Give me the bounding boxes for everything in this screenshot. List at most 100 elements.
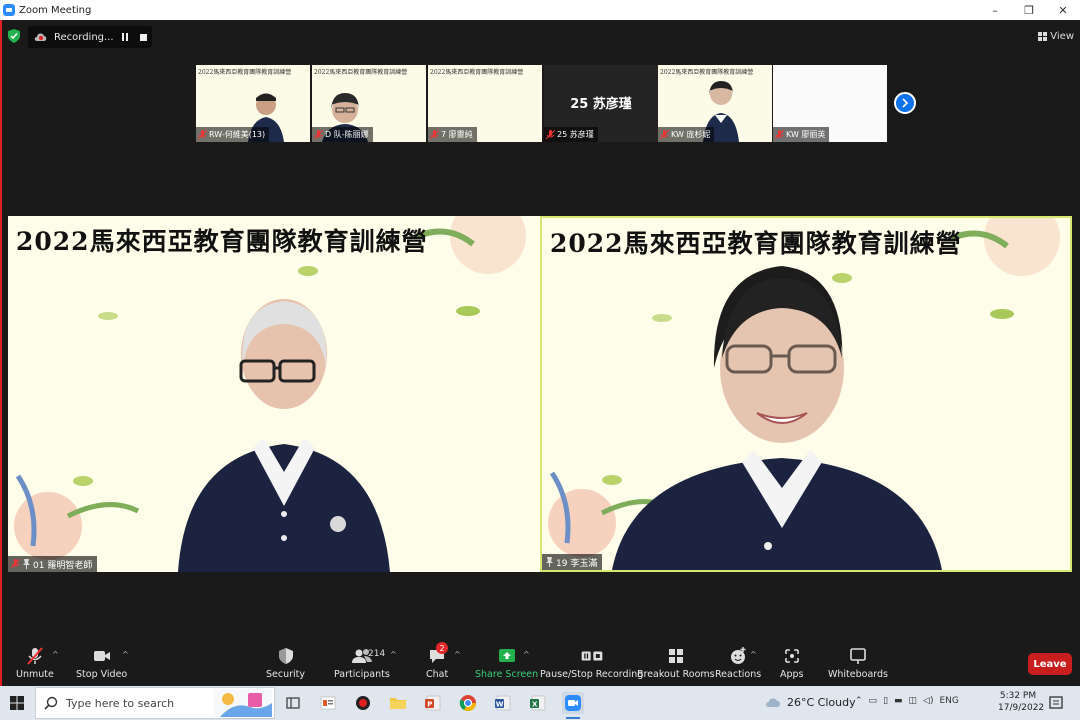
muted-mic-icon	[546, 129, 555, 139]
whiteboards-button[interactable]: Whiteboards	[828, 646, 888, 680]
close-button[interactable]: ✕	[1046, 0, 1080, 20]
tile-name-text: RW-何維美(13)	[209, 130, 266, 139]
gallery-tile[interactable]: 2022馬來西亞教育團隊教育訓練營 RW-何維美(13)	[196, 65, 310, 142]
gallery-tile[interactable]: 25 苏彦瑾 25 苏彦瑾	[544, 65, 658, 142]
tile-name: 7 廖靈純	[428, 127, 477, 142]
pause-recording-button[interactable]	[118, 30, 132, 44]
recording-indicator: Recording...	[28, 26, 152, 48]
stop-recording-button[interactable]	[136, 30, 150, 44]
task-view-icon[interactable]	[282, 692, 304, 714]
view-grid-icon	[1038, 31, 1048, 41]
pause-stop-recording-label: Pause/Stop Recording	[540, 669, 644, 680]
file-explorer-icon[interactable]	[387, 692, 409, 714]
leave-button[interactable]: Leave	[1028, 653, 1072, 675]
main-video-right-active-speaker[interactable]: 2022馬來西亞教育團隊教育訓練營 19 李玉滿	[540, 216, 1072, 572]
share-screen-label: Share Screen	[475, 669, 539, 680]
tile-name: KW 庞杉妮	[658, 127, 715, 142]
gallery-tile[interactable]: 2022馬來西亞教育團隊教育訓練營 7 廖靈純	[428, 65, 542, 142]
video-banner-title: 2022馬來西亞教育團隊教育訓練營	[16, 227, 428, 256]
audio-options-caret-icon[interactable]: ^	[52, 650, 59, 659]
network-icon[interactable]: ◫	[909, 696, 918, 706]
muted-mic-icon	[660, 129, 669, 139]
tile-banner: 2022馬來西亞教育團隊教育訓練營	[430, 69, 524, 76]
svg-text:X: X	[532, 700, 538, 708]
volume-icon[interactable]: ◁)	[923, 696, 933, 706]
show-hidden-icons-chevron-icon[interactable]: ⌃	[855, 696, 863, 706]
tile-name: D 队-陈丽娜	[312, 127, 373, 142]
encryption-shield-icon[interactable]	[8, 29, 20, 43]
share-screen-icon	[498, 649, 515, 662]
tile-name-text: 7 廖靈純	[441, 130, 473, 139]
participant-video	[14, 216, 526, 572]
tray-usb-icon[interactable]: ▯	[883, 696, 888, 706]
tile-name: KW 廖丽英	[773, 127, 830, 142]
svg-text:P: P	[427, 700, 432, 708]
security-label: Security	[266, 669, 306, 680]
chat-label: Chat	[426, 669, 449, 680]
security-shield-icon	[278, 648, 293, 664]
reactions-options-caret-icon[interactable]: ^	[750, 650, 757, 659]
video-name-text: 01 羅明智老師	[33, 560, 93, 571]
powerpoint-viewer-icon[interactable]	[317, 692, 339, 714]
tray-app-icon[interactable]: ▭	[869, 696, 878, 706]
stop-video-button[interactable]: Stop Video	[76, 646, 127, 680]
chrome-icon[interactable]	[457, 692, 479, 714]
meeting-top-bar: Recording... View	[2, 20, 1080, 52]
system-tray: ⌃ ▭ ▯ ▬ ◫ ◁) ENG	[855, 696, 965, 706]
apps-button[interactable]: Apps	[780, 646, 804, 680]
taskbar-search-box[interactable]: Type here to search	[35, 687, 275, 719]
view-label: View	[1050, 30, 1074, 42]
pause-stop-recording-button[interactable]: Pause/Stop Recording	[540, 646, 643, 680]
notification-center-icon[interactable]	[1048, 695, 1064, 711]
view-button[interactable]: View	[1038, 26, 1074, 46]
video-name-tag: 01 羅明智老師	[8, 556, 98, 572]
apps-icon	[784, 649, 799, 663]
participant-video	[548, 218, 1060, 570]
search-icon	[44, 696, 58, 710]
zoom-taskbar-icon[interactable]	[562, 692, 584, 719]
recording-label: Recording...	[54, 31, 114, 43]
powerpoint-icon[interactable]: P	[422, 692, 444, 714]
weather-text: 26°C Cloudy	[787, 695, 856, 709]
chat-unread-badge: 2	[436, 642, 448, 654]
gallery-tile[interactable]: KW 廖丽英	[773, 65, 887, 142]
clock-time: 5:32 PM	[999, 691, 1037, 701]
svg-text:W: W	[496, 700, 504, 708]
title-bar: Zoom Meeting – ❐ ✕	[0, 0, 1080, 20]
excel-icon[interactable]: X	[527, 692, 549, 714]
cloud-recording-icon	[34, 33, 47, 41]
security-button[interactable]: Security	[266, 646, 305, 680]
muted-mic-icon	[430, 129, 439, 139]
video-options-caret-icon[interactable]: ^	[122, 650, 129, 659]
participants-label: Participants	[334, 669, 390, 680]
weather-widget[interactable]: 26°C Cloudy	[765, 695, 856, 709]
maximize-button[interactable]: ❐	[1012, 0, 1046, 20]
zoom-window: Zoom Meeting – ❐ ✕ Recording... View 202…	[0, 0, 1080, 720]
chat-options-caret-icon[interactable]: ^	[454, 650, 461, 659]
main-video-left[interactable]: 2022馬來西亞教育團隊教育訓練營 01 羅明智老師	[8, 216, 540, 572]
tile-name-text: 25 苏彦瑾	[557, 130, 594, 139]
unmute-button[interactable]: Unmute	[16, 646, 54, 680]
muted-mic-icon	[11, 559, 20, 569]
video-banner-title: 2022馬來西亞教育團隊教育訓練營	[550, 229, 962, 258]
participants-options-caret-icon[interactable]: ^	[390, 650, 397, 659]
windows-taskbar: Type here to search P W X 26°C Cloudy ⌃ …	[0, 686, 1080, 720]
gallery-next-button[interactable]	[894, 92, 916, 114]
reactions-label: Reactions	[715, 669, 762, 680]
minimize-button[interactable]: –	[978, 0, 1012, 20]
breakout-rooms-button[interactable]: Breakout Rooms	[637, 646, 715, 680]
input-language[interactable]: ENG	[939, 696, 958, 706]
search-highlight-art-icon	[214, 689, 272, 717]
gallery-tile[interactable]: 2022馬來西亞教育團隊教育訓練營 KW 庞杉妮	[658, 65, 772, 142]
breakout-rooms-label: Breakout Rooms	[637, 669, 715, 680]
unmute-label: Unmute	[16, 669, 54, 680]
taskbar-clock[interactable]: 5:32 PM 17/9/2022	[998, 690, 1044, 714]
video-camera-icon	[93, 651, 110, 661]
battery-icon[interactable]: ▬	[894, 696, 903, 706]
start-button[interactable]	[0, 686, 34, 720]
muted-mic-icon	[314, 129, 323, 139]
word-icon[interactable]: W	[492, 692, 514, 714]
record-app-icon[interactable]	[352, 692, 374, 714]
share-options-caret-icon[interactable]: ^	[523, 650, 530, 659]
gallery-tile[interactable]: 2022馬來西亞教育團隊教育訓練營 D 队-陈丽娜	[312, 65, 426, 142]
